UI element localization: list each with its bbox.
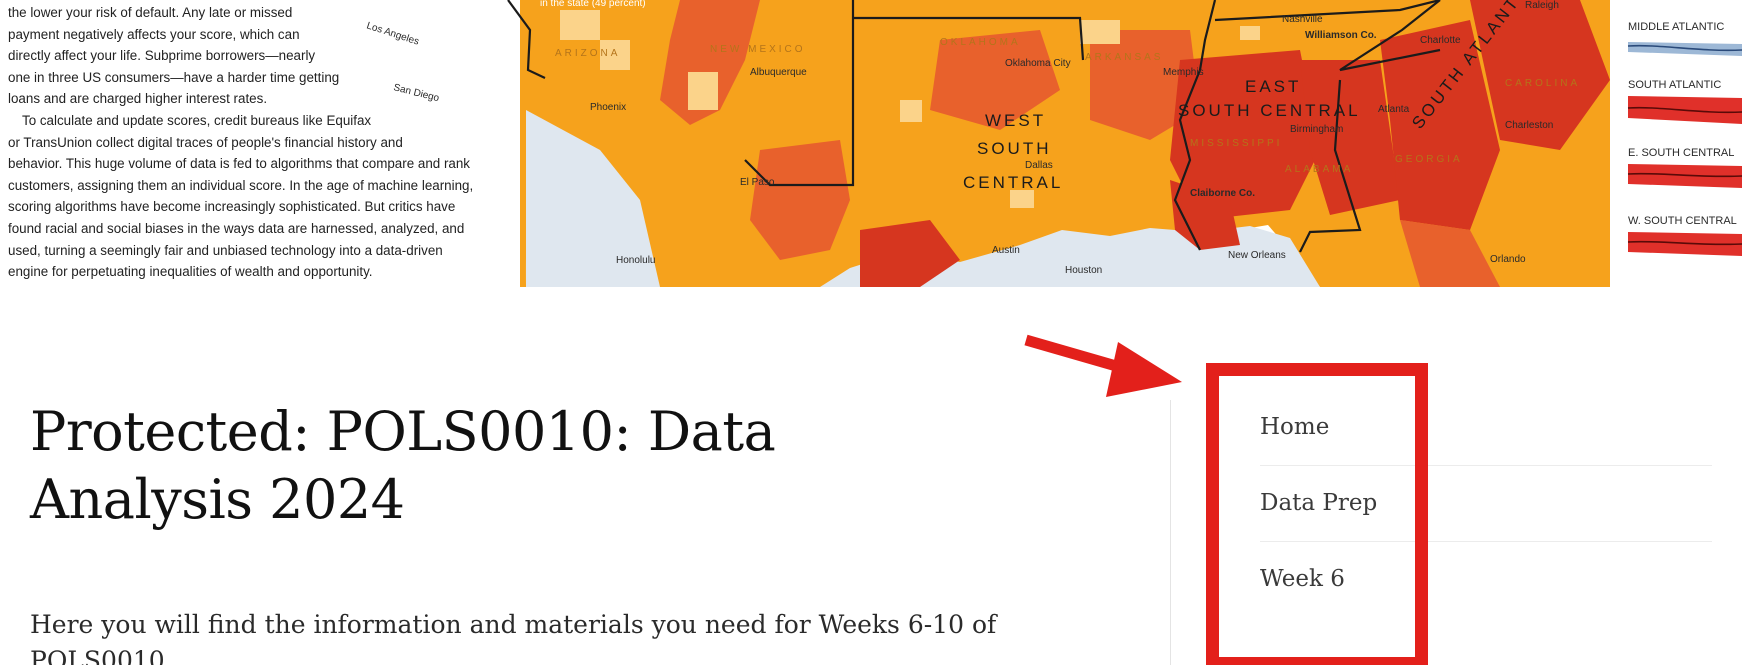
credit-score-map: ARIZONA NEW MEXICO OKLAHOMA ARKANSAS ALA… xyxy=(330,0,1742,287)
legend-region-label: SOUTH ATLANTIC xyxy=(1628,79,1721,91)
region-label-wsc: SOUTH xyxy=(977,139,1052,158)
city-label: Los Angeles xyxy=(365,20,420,47)
city-label-bold: Williamson Co. xyxy=(1305,30,1377,41)
light-county xyxy=(900,100,922,122)
annotation-arrow-head xyxy=(1106,342,1182,397)
sidebar-link-week-6[interactable]: Week 6 xyxy=(1260,542,1712,618)
city-label: Orlando xyxy=(1490,254,1526,265)
city-label: Oklahoma City xyxy=(1005,58,1071,69)
annotation-arrow-shaft xyxy=(1024,334,1132,376)
city-label: Albuquerque xyxy=(750,67,807,78)
city-label: Atlanta xyxy=(1378,104,1410,115)
legend-region-label: MIDDLE ATLANTIC xyxy=(1628,21,1724,33)
state-label: ALABAMA xyxy=(1285,164,1353,175)
city-label: Houston xyxy=(1065,265,1102,276)
light-county xyxy=(1240,26,1260,40)
city-label: Memphis xyxy=(1163,67,1204,78)
city-label: New Orleans xyxy=(1228,250,1286,261)
light-county xyxy=(688,72,718,110)
sidebar-link-data-prep[interactable]: Data Prep xyxy=(1260,466,1712,542)
sidebar-nav: Home Data Prep Week 6 xyxy=(1260,390,1712,618)
header-banner-image: the lower your risk of default. Any late… xyxy=(0,0,1742,287)
state-label: OKLAHOMA xyxy=(940,37,1021,48)
city-label: Austin xyxy=(992,245,1020,256)
state-label: GEORGIA xyxy=(1395,154,1463,165)
city-label: Nashville xyxy=(1282,14,1323,25)
region-label-wsc: CENTRAL xyxy=(963,173,1063,192)
state-label: MISSISSIPPI xyxy=(1190,138,1282,149)
city-label-bold: Claiborne Co. xyxy=(1190,188,1255,199)
city-label: Phoenix xyxy=(590,102,626,113)
light-county xyxy=(560,10,600,40)
legend-region-label: W. SOUTH CENTRAL xyxy=(1628,215,1737,227)
region-label-esc: EAST xyxy=(1245,77,1301,96)
light-county xyxy=(1010,190,1034,208)
city-label: Raleigh xyxy=(1525,0,1559,11)
light-county xyxy=(1080,20,1120,44)
state-label: NEW MEXICO xyxy=(710,44,806,55)
state-label: ARKANSAS xyxy=(1085,52,1163,63)
city-label: Birmingham xyxy=(1290,124,1343,135)
city-label: Charleston xyxy=(1505,120,1553,131)
city-label: Dallas xyxy=(1025,160,1053,171)
city-label: Honolulu xyxy=(616,255,655,266)
region-label-esc: SOUTH CENTRAL xyxy=(1178,101,1361,120)
state-label: CAROLINA xyxy=(1505,78,1580,89)
page-intro-text: Here you will find the information and m… xyxy=(30,610,997,665)
sidebar-link-home[interactable]: Home xyxy=(1260,390,1712,466)
legend-region-label: E. SOUTH CENTRAL xyxy=(1628,147,1734,159)
region-label-wsc: WEST xyxy=(985,111,1046,130)
city-label: San Diego xyxy=(392,82,440,104)
sidebar-divider xyxy=(1170,400,1171,665)
page-title: Protected: POLS0010: Data Analysis 2024 xyxy=(30,400,776,531)
map-top-note: in the state (49 percent) xyxy=(540,0,646,9)
state-label: ARIZONA xyxy=(555,48,620,59)
city-label: Charlotte xyxy=(1420,35,1461,46)
city-label: El Paso xyxy=(740,177,775,188)
